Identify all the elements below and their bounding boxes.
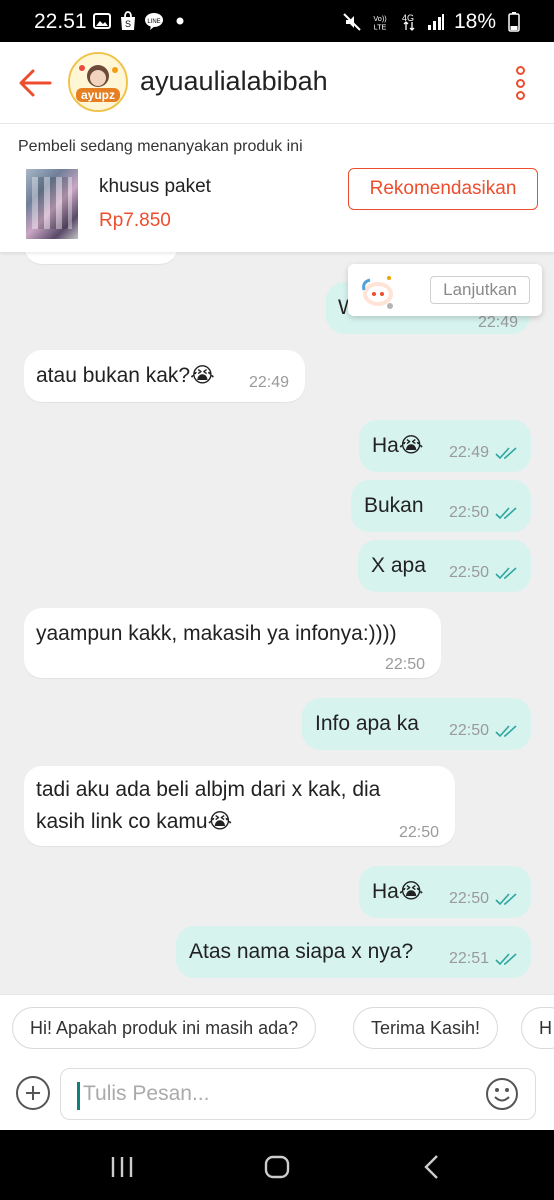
recents-icon [111,1157,133,1177]
continue-button[interactable]: Lanjutkan [430,276,530,304]
home-icon [264,1155,290,1179]
message-time: 22:50 [448,504,489,521]
line-icon: LINE [144,11,164,31]
message-text-line: tadi aku ada beli albjm dari x kak, dia [36,778,381,801]
back-button[interactable] [14,62,56,104]
svg-text:LINE: LINE [147,19,160,25]
message-bubble-incoming[interactable]: atau bukan kak?😭 22:49 [24,350,305,402]
message-bubble-outgoing[interactable]: Bukan 22:50 [351,480,531,532]
continue-card: Lanjutkan [348,264,542,316]
message-text: Info apa ka [315,712,419,735]
chat-header: ayupz ayuaulialabibah [0,42,554,124]
message-text: yaampun kakk, makasih ya infonya:)))) [36,622,397,645]
svg-text:4G: 4G [402,13,414,23]
back-arrow-icon [19,69,52,97]
emoji-icon[interactable] [485,1077,519,1111]
read-ticks-icon [495,953,517,966]
message-bubble-outgoing[interactable]: Ha😭 22:50 [359,866,531,918]
more-dot-icon [515,66,525,75]
message-text: Ha😭 [372,880,424,903]
product-thumbnail[interactable] [26,169,78,239]
recommend-button[interactable]: Rekomendasikan [348,168,538,210]
signal-icon [426,12,446,32]
home-button[interactable] [257,1152,297,1182]
message-bubble-partial[interactable] [24,252,178,264]
add-attachment-button[interactable] [16,1076,50,1110]
more-dot-icon [515,91,525,100]
more-dot-icon [515,78,525,88]
message-meta: 22:51 [449,944,519,974]
message-bubble-outgoing[interactable]: X apa 22:50 [358,540,531,592]
avatar[interactable]: ayupz [68,52,128,112]
message-time: 22:50 [448,890,489,907]
message-text: X apa [371,554,426,577]
product-inquiry-bar: Pembeli sedang menanyakan produk ini khu… [0,124,554,252]
avatar-image: ayupz [70,54,126,110]
message-text: atau bukan kak?😭 [36,364,215,387]
message-text: Atas nama siapa x nya? [189,940,414,963]
message-meta: 22:50 [449,884,519,914]
chat-messages: W 22:49 atau bukan kak?😭 22:49 Ha😭 22:49… [0,252,554,994]
product-price: Rp7.850 [99,210,171,231]
message-meta: 22:49 [449,438,519,468]
quick-reply-chip[interactable]: Hi! Apakah produk ini masih ada? [12,1007,317,1049]
svg-text:ayupz: ayupz [81,88,115,102]
svg-text:S: S [125,19,131,29]
message-bubble-outgoing[interactable]: Atas nama siapa x nya? 22:51 [176,926,531,978]
message-time: 22:50 [448,722,489,739]
message-time: 22:50 [398,824,439,841]
message-time: 22:50 [384,656,425,673]
plus-icon [26,1086,40,1100]
gallery-icon [92,11,112,31]
message-bubble-outgoing[interactable]: Ha😭 22:49 [359,420,531,472]
quick-reply-chip[interactable]: Terima Kasih! [353,1007,499,1049]
battery-percent: 18% [453,10,496,33]
message-time: 22:49 [248,374,289,391]
read-ticks-icon [495,725,517,738]
svg-text:LTE: LTE [374,22,387,31]
quick-reply-chip[interactable]: H [521,1007,554,1049]
message-time: 22:50 [448,564,489,581]
back-nav-button[interactable] [412,1152,452,1182]
message-bubble-incoming[interactable]: yaampun kakk, makasih ya infonya:)))) 22… [24,608,441,678]
status-bar: 22.51 S LINE Vo)) LTE 4G 18% [0,0,554,42]
message-meta: 22:50 [449,558,519,588]
dot-icon [170,11,190,31]
message-bubble-incoming[interactable]: tadi aku ada beli albjm dari x kak, dia … [24,766,455,846]
message-bubble-outgoing[interactable]: Info apa ka 22:50 [302,698,531,750]
message-input-placeholder: Tulis Pesan... [83,1082,210,1105]
status-right: Vo)) LTE 4G 18% [342,10,524,34]
chatbot-icon [362,276,393,309]
message-text: Bukan [364,494,424,517]
network-4g-icon: 4G [398,12,418,32]
message-input-bar: Tulis Pesan... [0,1062,554,1130]
text-caret [77,1082,80,1110]
message-text: Ha😭 [372,434,424,457]
more-options-button[interactable] [506,62,534,104]
status-time: 22.51 [34,10,87,33]
notification-icons: S LINE [92,11,190,31]
system-nav-bar [0,1130,554,1200]
message-meta: 22:50 [449,498,519,528]
read-ticks-icon [495,567,517,580]
battery-icon [504,12,524,32]
message-input[interactable]: Tulis Pesan... [60,1068,536,1120]
mute-icon [342,12,362,32]
quick-replies: Hi! Apakah produk ini masih ada? Terima … [0,994,554,1062]
volte-icon: Vo)) LTE [370,12,390,32]
shopee-icon: S [118,11,138,31]
read-ticks-icon [495,893,517,906]
message-meta: 22:50 [449,716,519,746]
read-ticks-icon [495,507,517,520]
recents-button[interactable] [102,1152,142,1182]
product-inquiry-note: Pembeli sedang menanyakan produk ini [18,138,303,155]
message-time: 22:51 [448,950,489,967]
read-ticks-icon [495,447,517,460]
product-name[interactable]: khusus paket [99,176,211,198]
message-time: 22:49 [448,444,489,461]
chat-title: ayuaulialabibah [140,66,328,96]
message-text-line: kasih link co kamu😭 [36,810,233,833]
back-nav-icon [424,1155,438,1179]
